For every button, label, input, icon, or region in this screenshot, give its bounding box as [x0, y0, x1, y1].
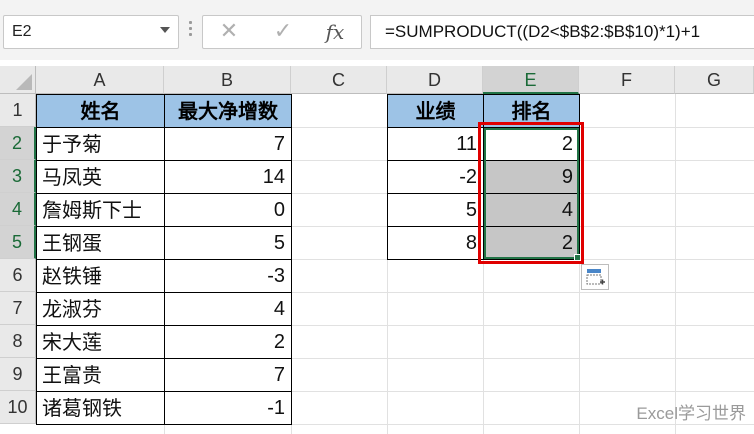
quick-analysis-button[interactable]: [581, 264, 609, 290]
value-cell[interactable]: 0: [164, 193, 292, 227]
check-icon[interactable]: ✓: [263, 16, 303, 48]
score-cell[interactable]: 11: [387, 127, 484, 161]
row-header-9[interactable]: 9: [0, 358, 36, 391]
watermark: Excel学习世界: [636, 404, 746, 423]
value-cell[interactable]: 7: [164, 127, 292, 161]
row-header-3[interactable]: 3: [0, 160, 36, 193]
name-cell[interactable]: 王富贵: [36, 358, 165, 392]
value-cell[interactable]: 7: [164, 358, 292, 392]
name-cell[interactable]: 诸葛钢铁: [36, 391, 165, 425]
fill-handle[interactable]: [574, 254, 581, 261]
header-cell-max-net-increase[interactable]: 最大净增数: [164, 94, 292, 128]
score-cell[interactable]: 5: [387, 193, 484, 227]
column-header-a[interactable]: A: [36, 66, 164, 94]
value-cell[interactable]: 2: [164, 325, 292, 359]
header-cell-name[interactable]: 姓名: [36, 94, 165, 128]
highlight-box: [478, 122, 584, 264]
row-header-7[interactable]: 7: [0, 292, 36, 325]
insert-function-button[interactable]: fx: [315, 16, 355, 48]
column-header-b[interactable]: B: [164, 66, 291, 94]
value-cell[interactable]: 14: [164, 160, 292, 194]
name-cell[interactable]: 赵铁锤: [36, 259, 165, 293]
name-cell[interactable]: 王钢蛋: [36, 226, 165, 260]
value-cell[interactable]: 5: [164, 226, 292, 260]
row-header-2[interactable]: 2: [0, 127, 36, 160]
name-box-value: E2: [12, 23, 32, 40]
row-header-1[interactable]: 1: [0, 94, 36, 127]
row-header-8[interactable]: 8: [0, 325, 36, 358]
formula-input[interactable]: =SUMPRODUCT((D2<$B$2:$B$10)*1)+1: [370, 15, 754, 49]
column-header-f[interactable]: F: [579, 66, 675, 94]
name-cell[interactable]: 于予菊: [36, 127, 165, 161]
value-cell[interactable]: 4: [164, 292, 292, 326]
drag-handle-icon[interactable]: [188, 18, 192, 46]
select-all-button[interactable]: [0, 66, 36, 94]
row-header-10[interactable]: 10: [0, 391, 36, 424]
gridline-v: [675, 94, 676, 434]
name-box[interactable]: E2: [3, 15, 179, 49]
name-cell[interactable]: 马凤英: [36, 160, 165, 194]
name-cell[interactable]: 宋大莲: [36, 325, 165, 359]
column-header-e[interactable]: E: [483, 66, 579, 94]
select-all-triangle-icon: [16, 74, 32, 90]
row-header-5[interactable]: 5: [0, 226, 36, 259]
value-cell[interactable]: -1: [164, 391, 292, 425]
column-header-d[interactable]: D: [387, 66, 483, 94]
row-header-6[interactable]: 6: [0, 259, 36, 292]
row-header-4[interactable]: 4: [0, 193, 36, 226]
column-header-c[interactable]: C: [291, 66, 387, 94]
cancel-x-icon[interactable]: ✕: [209, 16, 249, 48]
score-cell[interactable]: -2: [387, 160, 484, 194]
name-cell[interactable]: 詹姆斯下士: [36, 193, 165, 227]
quick-analysis-icon: [582, 265, 608, 293]
name-cell[interactable]: 龙淑芬: [36, 292, 165, 326]
worksheet-grid: A B C D E F G 1 2 3 4 5 6 7 8 9 10 姓名 最大净增数 于予菊 7 马凤英 14 詹姆斯下士 0…: [0, 66, 754, 434]
column-header-g[interactable]: G: [675, 66, 754, 94]
value-cell[interactable]: -3: [164, 259, 292, 293]
header-cell-performance[interactable]: 业绩: [387, 94, 484, 128]
formula-buttons: ✕ ✓ fx: [202, 15, 362, 49]
chevron-down-icon[interactable]: [160, 27, 170, 33]
score-cell[interactable]: 8: [387, 226, 484, 260]
